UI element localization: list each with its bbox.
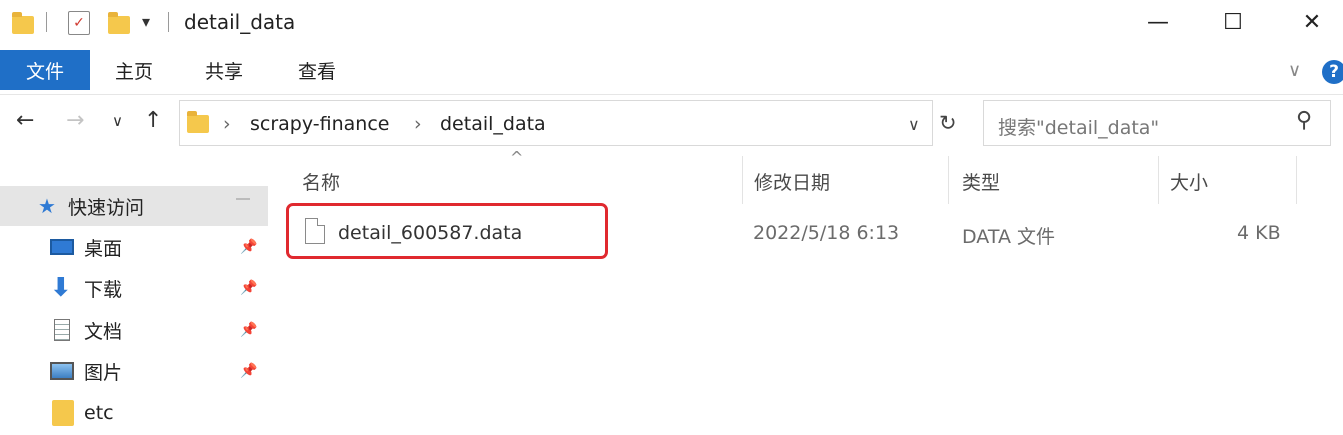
maximize-button[interactable]: ☐ xyxy=(1193,0,1273,44)
new-folder-icon[interactable] xyxy=(108,12,130,34)
file-type: DATA 文件 xyxy=(962,226,1055,248)
column-divider[interactable] xyxy=(948,156,949,204)
window-title: detail_data xyxy=(184,10,296,34)
search-icon[interactable]: ⚲ xyxy=(1296,108,1312,133)
sidebar-item-documents[interactable]: 文档 📌 xyxy=(0,310,268,350)
ribbon xyxy=(0,46,1343,95)
desktop-icon xyxy=(50,239,74,255)
up-button[interactable]: ↑ xyxy=(144,108,162,133)
recent-locations-icon[interactable]: ∨ xyxy=(112,112,123,130)
file-modified-date: 2022/5/18 6:13 xyxy=(753,222,900,244)
divider xyxy=(168,12,169,32)
column-header-type[interactable]: 类型 xyxy=(962,168,1000,195)
tab-home[interactable]: 主页 xyxy=(115,50,153,90)
sidebar-item-pictures[interactable]: 图片 📌 xyxy=(0,351,268,391)
breadcrumb-scrapy-finance[interactable]: scrapy-finance xyxy=(250,113,389,135)
sidebar-item-quick-access[interactable]: ★ 快速访问 xyxy=(0,186,268,226)
column-divider[interactable] xyxy=(742,156,743,204)
quick-access-dropdown-icon[interactable]: ▾ xyxy=(142,12,150,31)
column-divider[interactable] xyxy=(1296,156,1297,204)
folder-icon xyxy=(52,400,74,426)
divider xyxy=(932,100,933,144)
tab-share[interactable]: 共享 xyxy=(205,50,243,90)
minimize-button[interactable]: — xyxy=(1118,0,1198,44)
sidebar-item-label: 图片 xyxy=(84,361,123,384)
ribbon-expand-icon[interactable]: ∨ xyxy=(1288,60,1301,81)
column-header-name[interactable]: 名称 xyxy=(302,168,340,195)
close-button[interactable]: ✕ xyxy=(1272,0,1343,44)
sidebar-item-desktop[interactable]: 桌面 📌 xyxy=(0,227,268,267)
folder-icon xyxy=(12,12,34,34)
star-icon: ★ xyxy=(38,194,56,218)
address-dropdown-icon[interactable]: ∨ xyxy=(908,115,920,134)
folder-icon xyxy=(187,111,209,133)
sidebar-item-downloads[interactable]: ⬇ 下载 📌 xyxy=(0,268,268,308)
sort-indicator-icon: ^ xyxy=(510,148,524,167)
file-size: 4 KB xyxy=(1237,222,1281,244)
help-icon[interactable]: ? xyxy=(1322,60,1343,84)
tab-file[interactable]: 文件 xyxy=(0,50,90,90)
column-header-size[interactable]: 大小 xyxy=(1170,168,1208,195)
column-divider[interactable] xyxy=(1158,156,1159,204)
download-icon: ⬇ xyxy=(50,273,72,303)
sidebar-item-label: 下载 xyxy=(84,278,123,301)
pin-icon[interactable]: 📌 xyxy=(240,363,257,379)
sidebar-item-label: 快速访问 xyxy=(68,196,145,219)
back-button[interactable]: ← xyxy=(16,108,34,133)
sidebar-item-label: 文档 xyxy=(84,320,123,343)
breadcrumb-separator-icon[interactable]: › xyxy=(414,113,422,135)
refresh-icon[interactable]: ↻ xyxy=(939,111,957,135)
forward-button[interactable]: → xyxy=(66,108,84,133)
highlight-annotation xyxy=(286,203,608,259)
column-header-modified[interactable]: 修改日期 xyxy=(754,168,830,195)
sidebar-item-label: 桌面 xyxy=(84,237,123,260)
pin-icon[interactable]: 📌 xyxy=(240,280,257,296)
pin-icon[interactable]: 📌 xyxy=(240,239,257,255)
breadcrumb-separator-icon[interactable]: › xyxy=(223,113,231,135)
tab-view[interactable]: 查看 xyxy=(298,50,336,90)
breadcrumb-detail-data[interactable]: detail_data xyxy=(440,113,546,135)
sidebar-item-label: etc xyxy=(84,402,114,424)
scroll-indicator xyxy=(236,198,250,200)
properties-icon[interactable]: ✓ xyxy=(68,11,90,35)
sidebar-item-etc[interactable]: etc xyxy=(0,393,268,433)
document-icon xyxy=(54,319,70,341)
search-input[interactable]: 搜索"detail_data" xyxy=(998,113,1159,140)
picture-icon xyxy=(50,362,74,380)
pin-icon[interactable]: 📌 xyxy=(240,322,257,338)
divider xyxy=(46,12,47,32)
